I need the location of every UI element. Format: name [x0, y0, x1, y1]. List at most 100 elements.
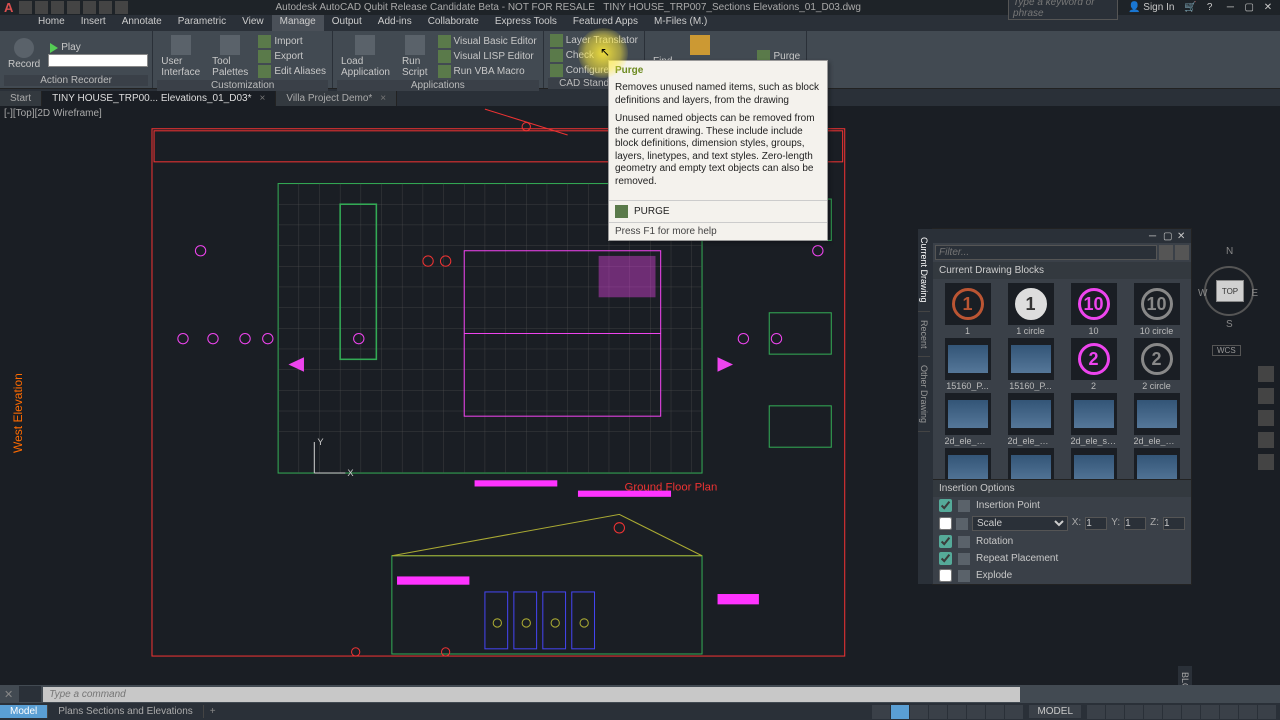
cmd-close-icon[interactable]: ✕ [0, 688, 17, 701]
wcs-label[interactable]: WCS [1212, 345, 1241, 356]
file-tab[interactable]: Start [0, 91, 42, 106]
viewcube[interactable]: N S E W TOP WCS [1198, 246, 1258, 356]
osnap-toggle[interactable] [948, 705, 966, 719]
qat-saveas-icon[interactable] [67, 1, 80, 14]
minimize-button[interactable]: ─ [1222, 2, 1238, 13]
ribbon-tab-view[interactable]: View [234, 15, 272, 31]
tool-palettes-button[interactable]: Tool Palettes [208, 33, 252, 80]
ribbon-tab-parametric[interactable]: Parametric [170, 15, 234, 31]
viewcube-top[interactable]: TOP [1216, 280, 1244, 302]
repeat-checkbox[interactable] [939, 552, 952, 565]
edit-aliases-button[interactable]: Edit Aliases [256, 64, 328, 79]
layout-add-button[interactable]: + [204, 705, 222, 718]
block-item[interactable]: 2d_plan_GF [937, 448, 998, 479]
qat-open-icon[interactable] [35, 1, 48, 14]
palette-minimize-icon[interactable]: ─ [1149, 231, 1159, 241]
units-icon[interactable] [1144, 705, 1162, 719]
ribbon-tab-collaborate[interactable]: Collaborate [420, 15, 487, 31]
ribbon-tab-output[interactable]: Output [324, 15, 370, 31]
snap-toggle[interactable] [891, 705, 909, 719]
ribbon-tab-insert[interactable]: Insert [73, 15, 114, 31]
signin-button[interactable]: 👤 Sign In [1128, 2, 1174, 13]
layout-tab-plans[interactable]: Plans Sections and Elevations [48, 705, 204, 718]
layout-tab-model[interactable]: Model [0, 705, 48, 718]
block-item[interactable]: 11 circle [1000, 283, 1061, 336]
ribbon-tab-annotate[interactable]: Annotate [114, 15, 170, 31]
scale-y-input[interactable] [1124, 517, 1146, 530]
command-input[interactable] [43, 687, 1020, 702]
ortho-toggle[interactable] [910, 705, 928, 719]
qat-save-icon[interactable] [51, 1, 64, 14]
filter-dropdown-icon[interactable] [1159, 245, 1173, 260]
block-item[interactable]: 1010 [1063, 283, 1124, 336]
tab-close-icon[interactable]: × [259, 93, 265, 104]
import-button[interactable]: Import [256, 34, 328, 49]
rotation-checkbox[interactable] [939, 535, 952, 548]
file-tab[interactable]: Villa Project Demo*× [276, 91, 397, 106]
tab-other-drawing[interactable]: Other Drawing [918, 357, 930, 432]
block-item[interactable]: 15160_P... [1000, 338, 1061, 391]
ribbon-tab-home[interactable]: Home [30, 15, 73, 31]
blocks-filter-input[interactable] [935, 245, 1157, 260]
block-item[interactable]: 2d_ele_west [1126, 393, 1187, 446]
block-item[interactable]: 2d_ele_east [937, 393, 998, 446]
zoom-icon[interactable] [1258, 410, 1274, 426]
macro-name-input[interactable] [48, 54, 148, 67]
block-item[interactable]: 2d_plan_m... [1000, 448, 1061, 479]
block-item[interactable]: 1010 circle [1126, 283, 1187, 336]
block-item[interactable]: 22 circle [1126, 338, 1187, 391]
palette-close-icon[interactable]: ✕ [1177, 231, 1187, 241]
qat-redo-icon[interactable] [115, 1, 128, 14]
layer-translator-button[interactable]: Layer Translator [548, 33, 640, 48]
hwaccel-icon[interactable] [1220, 705, 1238, 719]
workspace-icon[interactable] [1106, 705, 1124, 719]
help-icon[interactable]: ? [1207, 2, 1213, 13]
options-icon[interactable] [1175, 245, 1189, 260]
close-button[interactable]: ✕ [1260, 2, 1276, 13]
maximize-button[interactable]: ▢ [1241, 2, 1257, 13]
showmotion-icon[interactable] [1258, 454, 1274, 470]
ribbon-tab-featured-apps[interactable]: Featured Apps [565, 15, 646, 31]
load-app-button[interactable]: Load Application [337, 33, 394, 80]
scale-select[interactable]: Scale [972, 516, 1068, 531]
run-script-button[interactable]: Run Script [398, 33, 432, 80]
pan-icon[interactable] [1258, 388, 1274, 404]
tab-current-drawing[interactable]: Current Drawing [918, 229, 930, 312]
status-model[interactable]: MODEL [1029, 705, 1081, 718]
qat-new-icon[interactable] [19, 1, 32, 14]
ribbon-tab-add-ins[interactable]: Add-ins [370, 15, 420, 31]
scale-checkbox[interactable] [939, 517, 952, 530]
grid-toggle[interactable] [872, 705, 890, 719]
vb-editor-button[interactable]: Visual Basic Editor [436, 34, 539, 49]
qat-plot-icon[interactable] [83, 1, 96, 14]
palette-maximize-icon[interactable]: ▢ [1163, 231, 1173, 241]
ribbon-tab-express-tools[interactable]: Express Tools [487, 15, 565, 31]
scale-x-input[interactable] [1085, 517, 1107, 530]
customize-icon[interactable] [1258, 705, 1276, 719]
qat-undo-icon[interactable] [99, 1, 112, 14]
ribbon-tab-m-files-m-[interactable]: M-Files (M.) [646, 15, 715, 31]
export-button[interactable]: Export [256, 49, 328, 64]
polar-toggle[interactable] [929, 705, 947, 719]
isolate-icon[interactable] [1201, 705, 1219, 719]
annotation-scale-icon[interactable] [1087, 705, 1105, 719]
explode-checkbox[interactable] [939, 569, 952, 582]
scale-z-input[interactable] [1163, 517, 1185, 530]
options-header[interactable]: Insertion Options [933, 480, 1191, 497]
lisp-editor-button[interactable]: Visual LISP Editor [436, 49, 539, 64]
otrack-toggle[interactable] [967, 705, 985, 719]
file-tab[interactable]: TINY HOUSE_TRP00... Elevations_01_D03*× [42, 91, 276, 106]
orbit-icon[interactable] [1258, 432, 1274, 448]
block-item[interactable]: 2d_section... [1063, 448, 1124, 479]
tab-recent[interactable]: Recent [918, 312, 930, 358]
ribbon-tab-manage[interactable]: Manage [272, 15, 324, 31]
block-item[interactable]: 11 [937, 283, 998, 336]
record-button[interactable]: Record [4, 36, 44, 72]
tab-close-icon[interactable]: × [380, 93, 386, 104]
user-interface-button[interactable]: User Interface [157, 33, 204, 80]
block-item[interactable]: 2d_ele_south [1063, 393, 1124, 446]
annotation-monitor-icon[interactable] [1125, 705, 1143, 719]
steering-wheel-icon[interactable] [1258, 366, 1274, 382]
lock-ui-icon[interactable] [1182, 705, 1200, 719]
block-item[interactable]: 15160_P... [937, 338, 998, 391]
